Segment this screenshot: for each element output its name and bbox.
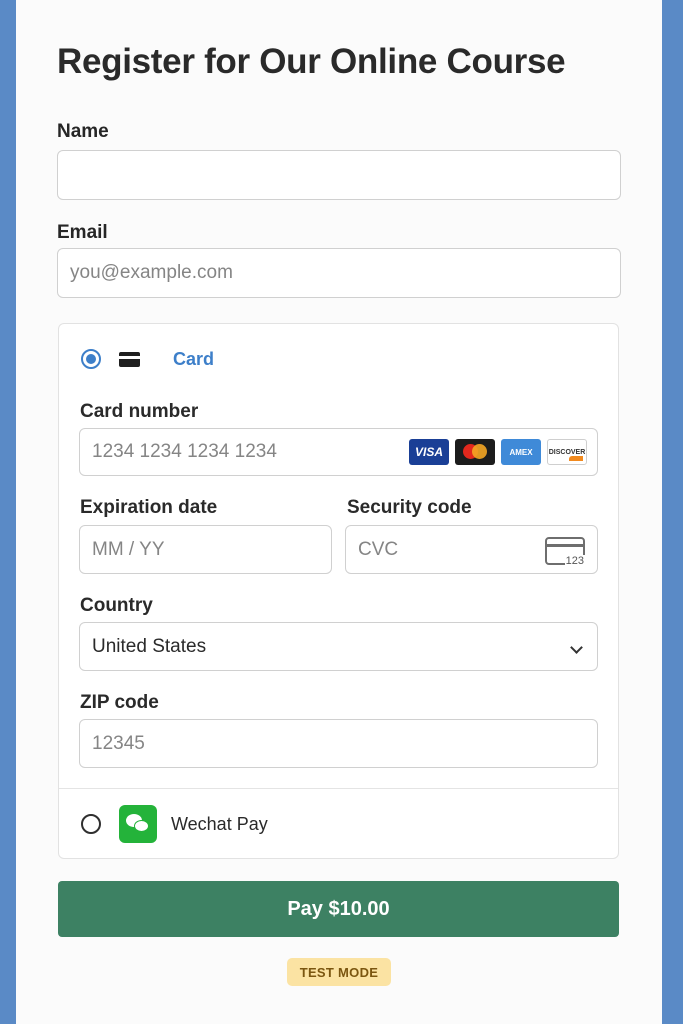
chevron-down-icon [570,641,583,654]
name-input[interactable] [70,151,620,199]
visa-icon: VISA [409,439,449,465]
country-label: Country [80,595,153,616]
card-number-field[interactable]: VISA AMEX DISCOVER [79,428,598,476]
name-label: Name [57,121,109,142]
cvc-card-icon: 123 [545,537,585,567]
discover-icon: DISCOVER [547,439,587,465]
security-code-label: Security code [347,497,472,518]
page-title: Register for Our Online Course [57,42,566,81]
card-tab-label[interactable]: Card [173,349,214,370]
country-value: United States [92,635,207,657]
expiration-field[interactable] [79,525,332,574]
wechat-pay-label[interactable]: Wechat Pay [171,814,268,835]
card-radio[interactable] [81,349,101,369]
expiration-input[interactable] [92,526,331,573]
pay-button[interactable]: Pay $10.00 [58,881,619,937]
zip-label: ZIP code [80,692,159,713]
email-field[interactable] [57,248,621,298]
security-code-field[interactable]: 123 [345,525,598,574]
country-select[interactable]: United States [79,622,598,671]
email-input[interactable] [70,249,620,297]
mastercard-icon [455,439,495,465]
payment-divider [59,788,618,789]
wechat-icon [119,805,157,843]
card-number-label: Card number [80,401,199,422]
amex-icon: AMEX [501,439,541,465]
zip-input[interactable] [92,720,597,767]
email-label: Email [57,222,108,243]
credit-card-icon [119,352,140,367]
expiration-label: Expiration date [80,497,218,518]
zip-field[interactable] [79,719,598,768]
wechat-radio[interactable] [81,814,101,834]
payment-element: Card Card number VISA AMEX DISCOVER Expi… [58,323,619,859]
name-field[interactable] [57,150,621,200]
test-mode-badge: TEST MODE [287,958,391,986]
